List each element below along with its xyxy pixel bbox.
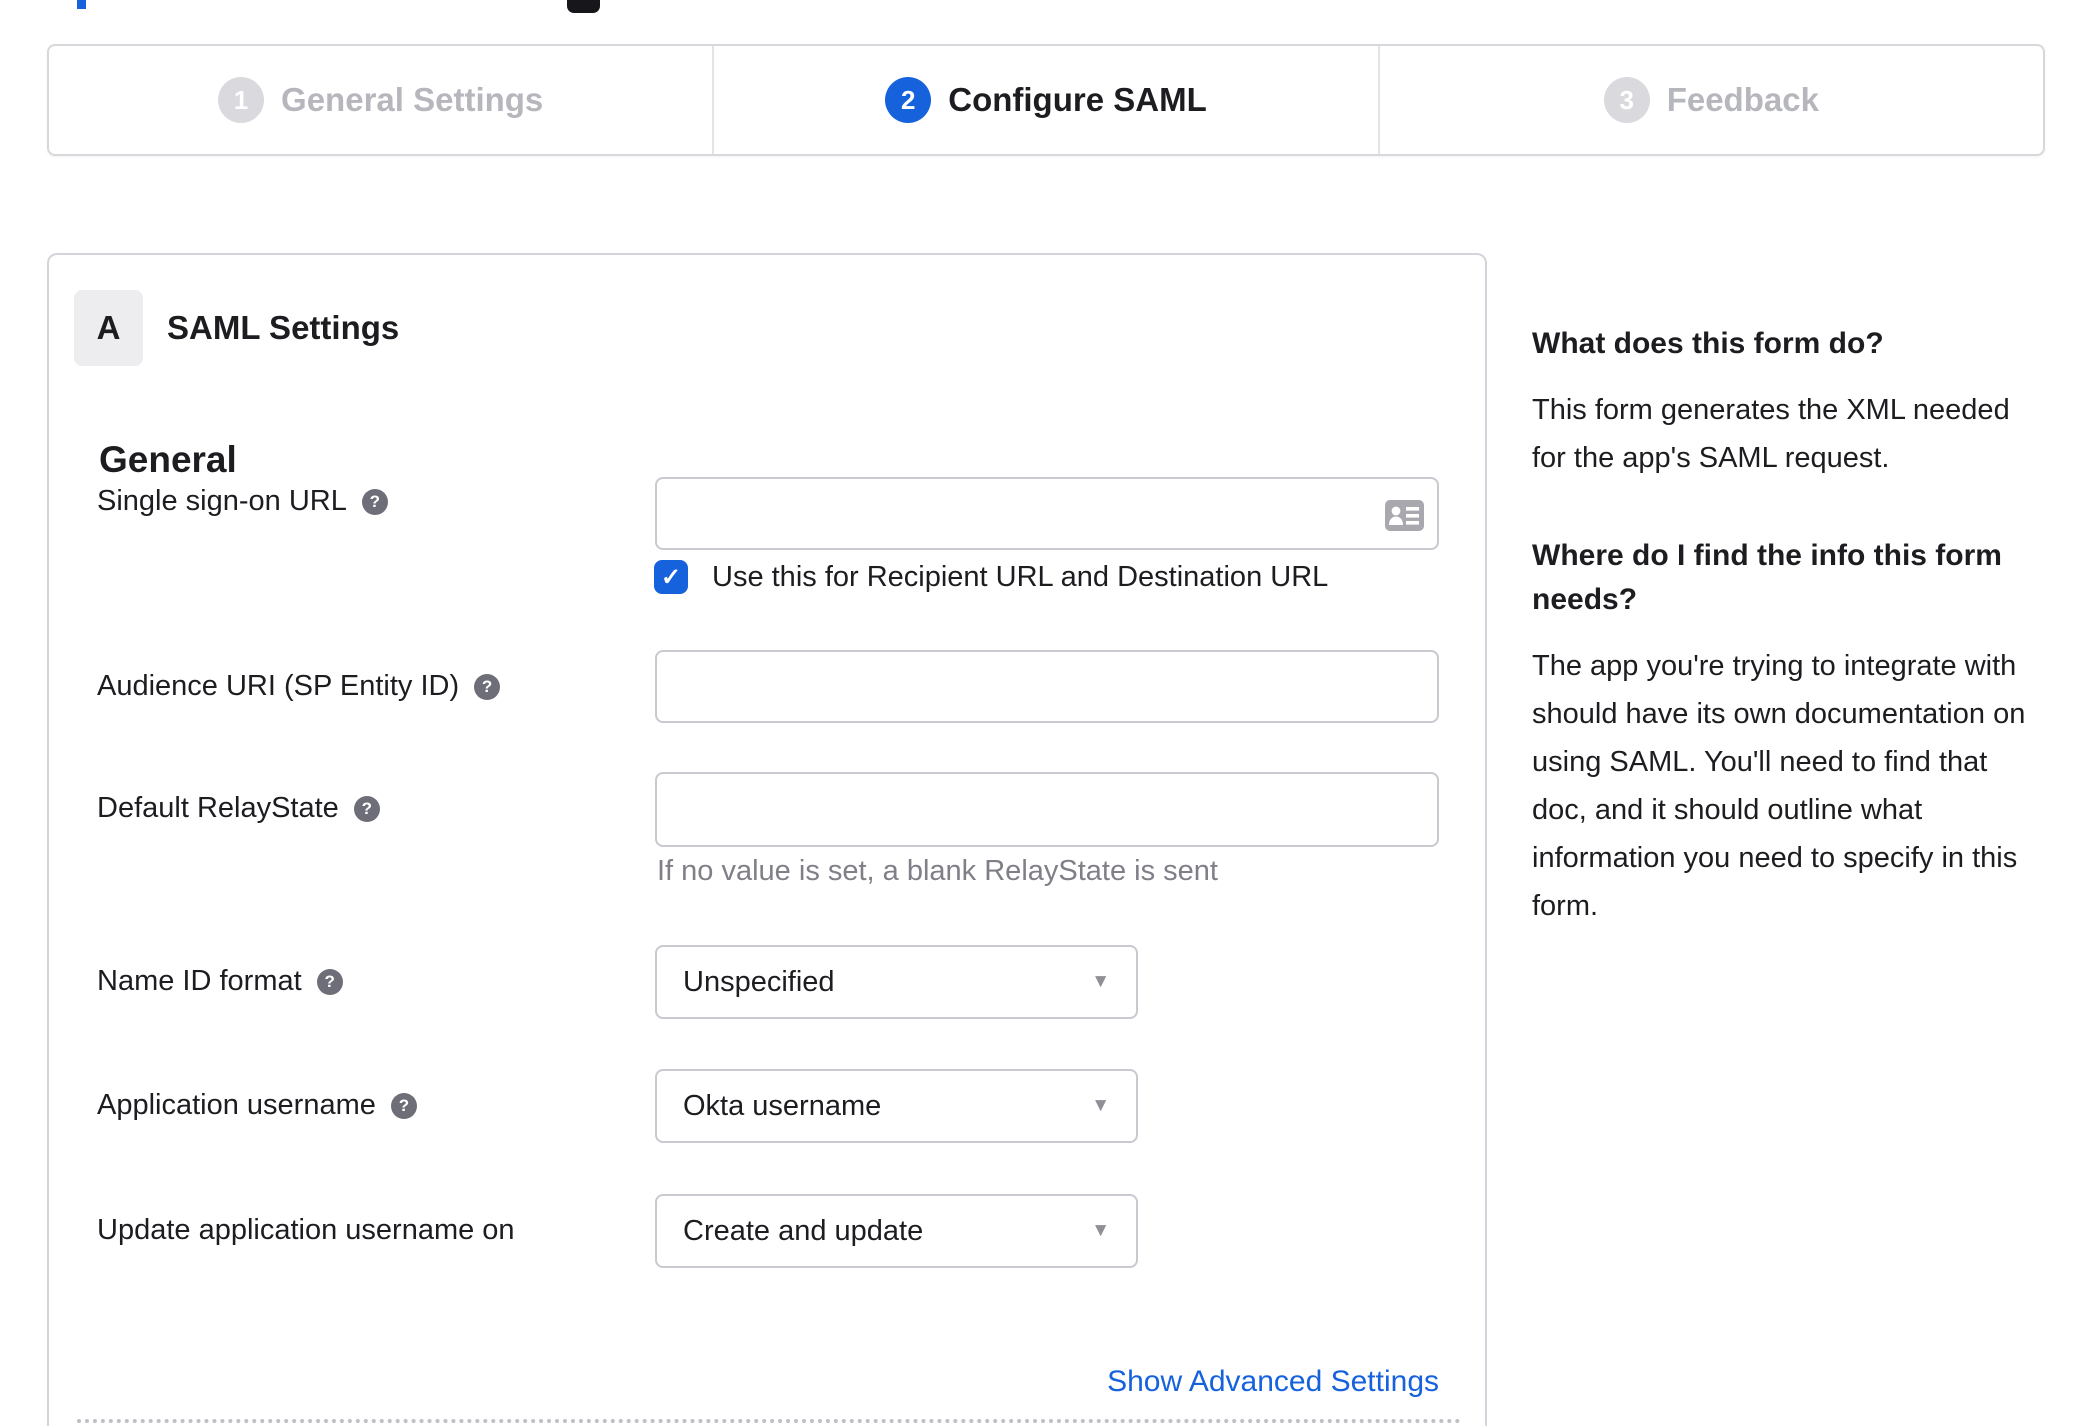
dropdown-arrow-icon: ▼ <box>1091 1220 1110 1241</box>
single-sign-on-url-field <box>655 477 1439 550</box>
step-2-circle: 2 <box>885 77 932 123</box>
step-configure-saml[interactable]: 2 Configure SAML <box>712 46 1377 154</box>
wizard-stepper: 1 General Settings 2 Configure SAML 3 Fe… <box>47 44 2045 156</box>
show-advanced-settings-link[interactable]: Show Advanced Settings <box>49 1365 1439 1399</box>
sidebar-answer-1: This form generates the XML needed for t… <box>1532 394 2010 474</box>
step-3-label: Feedback <box>1666 81 1819 118</box>
sidebar-answer-2: The app you're trying to integrate with … <box>1532 650 2026 922</box>
update-app-username-label: Update application username on <box>97 1214 515 1246</box>
help-icon[interactable]: ? <box>390 1092 417 1119</box>
dropdown-arrow-icon: ▼ <box>1091 1095 1110 1116</box>
default-relaystate-label-row: Default RelayState ? <box>97 792 380 825</box>
help-icon[interactable]: ? <box>353 795 380 822</box>
update-app-username-value: Create and update <box>683 1214 924 1247</box>
name-id-format-value: Unspecified <box>683 965 835 998</box>
sidebar-question-1: What does this form do? <box>1532 327 1884 360</box>
relaystate-hint: If no value is set, a blank RelayState i… <box>657 855 1218 887</box>
update-app-username-label-row: Update application username on <box>97 1214 515 1247</box>
audience-uri-input[interactable] <box>655 650 1439 723</box>
step-feedback[interactable]: 3 Feedback <box>1377 46 2043 154</box>
step-1-circle: 1 <box>218 77 265 123</box>
single-sign-on-url-input[interactable] <box>655 477 1439 550</box>
clipped-blue-fragment <box>77 0 86 9</box>
name-id-format-label: Name ID format <box>97 965 302 997</box>
saml-settings-card: A SAML Settings General Single sign-on U… <box>47 253 1487 1426</box>
section-a-badge: A <box>74 290 143 366</box>
application-username-label-row: Application username ? <box>97 1089 417 1122</box>
help-icon[interactable]: ? <box>361 488 388 515</box>
dotted-section-divider <box>77 1419 1461 1423</box>
use-for-recipient-checkbox[interactable]: ✓ <box>654 560 688 594</box>
use-for-recipient-checkbox-label: Use this for Recipient URL and Destinati… <box>712 561 1329 593</box>
step-general-settings[interactable]: 1 General Settings <box>49 46 712 154</box>
default-relaystate-label: Default RelayState <box>97 792 339 824</box>
sidebar-question-2: Where do I find the info this form needs… <box>1532 539 2002 616</box>
step-1-label: General Settings <box>281 81 544 118</box>
saml-settings-title: SAML Settings <box>167 309 400 346</box>
application-username-label: Application username <box>97 1089 376 1121</box>
application-username-value: Okta username <box>683 1089 882 1122</box>
default-relaystate-input[interactable] <box>655 772 1439 847</box>
name-id-format-select[interactable]: Unspecified ▼ <box>655 945 1138 1019</box>
single-sign-on-url-label: Single sign-on URL <box>97 485 347 517</box>
help-icon[interactable]: ? <box>316 968 343 995</box>
audience-uri-label: Audience URI (SP Entity ID) <box>97 670 460 702</box>
help-icon[interactable]: ? <box>474 673 501 700</box>
contact-card-icon <box>1385 500 1424 531</box>
help-sidebar: What does this form do? This form genera… <box>1532 322 2044 982</box>
application-username-select[interactable]: Okta username ▼ <box>655 1069 1138 1143</box>
single-sign-on-url-label-row: Single sign-on URL ? <box>97 485 388 518</box>
general-heading: General <box>99 439 237 480</box>
clipped-logo-fragment <box>567 0 600 13</box>
update-app-username-select[interactable]: Create and update ▼ <box>655 1194 1138 1268</box>
audience-uri-label-row: Audience URI (SP Entity ID) ? <box>97 670 501 703</box>
name-id-format-label-row: Name ID format ? <box>97 965 343 998</box>
step-3-circle: 3 <box>1603 77 1650 123</box>
dropdown-arrow-icon: ▼ <box>1091 971 1110 992</box>
step-2-label: Configure SAML <box>948 81 1207 118</box>
